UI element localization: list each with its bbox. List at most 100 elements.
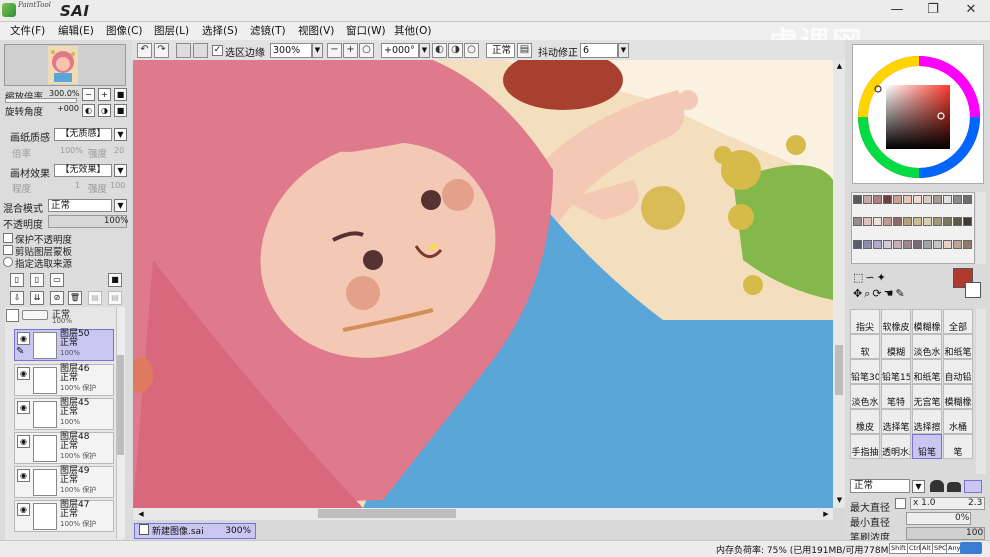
tool-button[interactable]: 水桶 [943, 409, 973, 434]
color-swatch[interactable] [943, 195, 952, 204]
color-swatch[interactable] [963, 217, 972, 227]
tool-button[interactable]: 淡色水 [850, 384, 880, 409]
layer-item[interactable]: ◉ 图层50 正常 100% [14, 329, 114, 361]
paper-effect-dropdown-icon[interactable]: ▼ [114, 164, 127, 177]
tool-button[interactable]: 手指抽 [850, 434, 880, 459]
max-size-toggle[interactable] [895, 498, 906, 509]
layer-settings-icon[interactable]: ■ [108, 273, 122, 287]
tool-button[interactable]: 铅笔30 [850, 359, 880, 384]
undo-button[interactable]: ↶ [137, 43, 152, 58]
hand-icon[interactable]: ☚ [884, 287, 896, 300]
nav-rotate-reset-button[interactable]: ■ [114, 104, 127, 117]
tool-button[interactable]: 模糊橡 [912, 309, 942, 334]
eyedropper-icon[interactable]: ✎ [895, 287, 906, 300]
color-swatch[interactable] [863, 195, 872, 204]
layer-scroll-thumb[interactable] [117, 355, 124, 455]
tool-button[interactable]: 无宫笔 [912, 384, 942, 409]
magic-wand-icon[interactable]: ✦ [877, 271, 888, 284]
menu-layer[interactable]: 图层(L) [154, 23, 189, 39]
menu-window[interactable]: 窗口(W) [346, 23, 386, 39]
rotate-left-button[interactable]: ◐ [432, 43, 447, 58]
merge-down-icon[interactable]: ⇊ [30, 291, 44, 305]
invert-selection-button[interactable] [193, 43, 208, 58]
tool-button[interactable]: 选择擦 [912, 409, 942, 434]
canvas-horizontal-scrollbar[interactable] [133, 508, 833, 520]
secondary-color-swatch[interactable] [965, 282, 981, 298]
stabilizer-field[interactable]: 6 [580, 43, 618, 58]
color-swatch[interactable] [893, 217, 902, 227]
color-swatch[interactable] [933, 217, 942, 227]
lasso-icon[interactable]: ∽ [865, 271, 876, 284]
group-visibility-icon[interactable] [6, 309, 19, 322]
color-swatch[interactable] [963, 239, 972, 249]
zoom-dropdown-icon[interactable]: ▼ [312, 43, 323, 58]
layer-item[interactable]: ◉ 图层45 正常 100% [14, 398, 114, 430]
color-swatch[interactable] [953, 239, 962, 249]
redo-button[interactable]: ↷ [154, 43, 169, 58]
move-icon[interactable]: ✥ [853, 287, 864, 300]
deselect-button[interactable] [176, 43, 191, 58]
document-tab[interactable]: 新建图像.sai 300% [134, 523, 256, 539]
delete-layer-icon[interactable]: 🗑 [68, 291, 82, 305]
zoom-field[interactable]: 300% [270, 43, 312, 58]
duplicate-layer-icon[interactable]: ▤ [88, 291, 102, 305]
scroll-right-icon[interactable]: ▶ [821, 509, 831, 519]
new-group-icon[interactable]: ▭ [50, 273, 64, 287]
tool-button[interactable]: 透明水彩 [881, 434, 911, 459]
close-button[interactable]: ✕ [954, 0, 988, 20]
zoom-out-button[interactable]: − [327, 43, 342, 58]
nav-zoom-in-button[interactable]: + [98, 88, 111, 101]
nav-zoom-reset-button[interactable]: ■ [114, 88, 127, 101]
flip-button[interactable]: ▤ [517, 43, 532, 58]
rect-select-icon[interactable]: ⬚ [853, 271, 865, 284]
color-swatch[interactable] [943, 239, 952, 249]
menu-image[interactable]: 图像(C) [106, 23, 143, 39]
color-swatch[interactable] [903, 239, 912, 249]
lock-layer-icon[interactable]: ▤ [108, 291, 122, 305]
nav-zoom-slider[interactable] [5, 98, 77, 103]
eye-icon[interactable]: ◉ [17, 503, 30, 516]
color-swatch[interactable] [873, 217, 882, 227]
color-swatch[interactable] [853, 239, 862, 249]
brush-shape-flat-icon[interactable] [947, 482, 961, 492]
color-swatch[interactable] [913, 195, 922, 204]
selection-tools[interactable]: ⬚∽✦ ✥⌕⟳☚✎ [853, 270, 943, 304]
minimize-button[interactable]: — [880, 0, 914, 20]
layer-item[interactable]: ◉ 图层47 正常 100% 保护 [14, 500, 114, 532]
tool-button[interactable]: 自动铅 [943, 359, 973, 384]
brush-mode-dropdown-icon[interactable]: ▼ [912, 480, 925, 493]
menu-file[interactable]: 文件(F) [10, 23, 45, 39]
flip-mode-field[interactable]: 正常 [486, 43, 515, 58]
rotate-icon[interactable]: ⟳ [872, 287, 883, 300]
rotate-right-button[interactable]: ◑ [448, 43, 463, 58]
color-swatch[interactable] [923, 239, 932, 249]
paper-effect-select[interactable]: 【无效果】 [54, 164, 112, 177]
selection-edge-checkbox[interactable]: ✓ [212, 45, 223, 56]
color-wheel[interactable] [853, 45, 985, 185]
scroll-up-icon[interactable]: ▲ [835, 62, 844, 71]
clip-group-checkbox[interactable] [3, 245, 13, 255]
swatch-grid[interactable] [853, 195, 973, 261]
scroll-down-icon[interactable]: ▼ [835, 496, 844, 505]
clear-layer-icon[interactable]: ⊘ [50, 291, 64, 305]
color-swatch[interactable] [963, 195, 972, 204]
menu-edit[interactable]: 编辑(E) [58, 23, 94, 39]
color-swatch[interactable] [883, 217, 892, 227]
color-swatch[interactable] [953, 217, 962, 227]
tool-button[interactable]: 笔 [943, 434, 973, 459]
tool-button[interactable]: 软 [850, 334, 880, 359]
paper-texture-dropdown-icon[interactable]: ▼ [114, 128, 127, 141]
new-layer-icon[interactable]: ▯ [10, 273, 24, 287]
stabilizer-dropdown-icon[interactable]: ▼ [618, 43, 629, 58]
canvas-vertical-scrollbar[interactable] [833, 60, 845, 508]
new-raster-layer-icon[interactable]: ▯ [30, 273, 44, 287]
menu-select[interactable]: 选择(S) [202, 23, 238, 39]
nav-rotate-left-button[interactable]: ◐ [82, 104, 95, 117]
tool-button[interactable]: 全部 [943, 309, 973, 334]
color-swatch[interactable] [853, 217, 862, 227]
eye-icon[interactable]: ◉ [17, 367, 30, 380]
eye-icon[interactable]: ◉ [17, 332, 30, 345]
restore-button[interactable]: ❐ [916, 0, 950, 20]
transfer-down-icon[interactable]: ⇩ [10, 291, 24, 305]
color-swatch[interactable] [883, 195, 892, 204]
